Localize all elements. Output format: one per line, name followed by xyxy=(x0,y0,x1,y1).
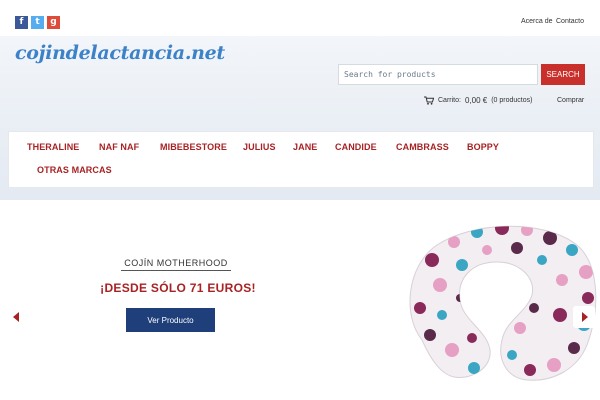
cart-icon xyxy=(424,96,434,105)
nav-item-theraline[interactable]: THERALINE xyxy=(27,142,79,152)
top-bar xyxy=(0,0,600,36)
slider-prev-arrow-icon[interactable] xyxy=(13,312,19,322)
cart-summary[interactable]: Carrito: 0,00 € (0 productos) xyxy=(424,96,532,105)
nav-item-otras-marcas[interactable]: OTRAS MARCAS xyxy=(37,165,112,175)
nav-item-candide[interactable]: CANDIDE xyxy=(335,142,377,152)
cart-count: (0 productos) xyxy=(491,97,533,104)
buy-link[interactable]: Comprar xyxy=(557,97,584,104)
cart-label: Carrito: xyxy=(438,97,461,104)
product-pillow-image xyxy=(409,225,597,381)
slide-subtitle: ¡DESDE SÓLO 71 EUROS! xyxy=(100,281,256,295)
google-plus-icon[interactable]: g xyxy=(47,16,60,29)
site-logo[interactable]: cojindelactancia.net xyxy=(15,42,225,64)
nav-item-boppy[interactable]: BOPPY xyxy=(467,142,499,152)
twitter-icon[interactable]: t xyxy=(31,16,44,29)
about-link[interactable]: Acerca de xyxy=(521,18,553,25)
nav-item-julius[interactable]: JULIUS xyxy=(243,142,276,152)
search-input[interactable] xyxy=(338,64,538,85)
view-product-button[interactable]: Ver Producto xyxy=(126,308,215,332)
search-button[interactable]: SEARCH xyxy=(541,64,585,85)
slide-title: COJÍN MOTHERHOOD xyxy=(121,258,231,271)
nav-item-jane[interactable]: JANE xyxy=(293,142,317,152)
nav-item-naf-naf[interactable]: NAF NAF xyxy=(99,142,139,152)
contact-link[interactable]: Contacto xyxy=(556,18,584,25)
cart-amount: 0,00 € xyxy=(464,96,488,105)
nav-item-cambrass[interactable]: CAMBRASS xyxy=(396,142,449,152)
nav-item-mibebestore[interactable]: MIBEBESTORE xyxy=(160,142,227,152)
facebook-icon[interactable]: f xyxy=(15,16,28,29)
slider-next-arrow-icon[interactable] xyxy=(582,312,588,322)
brand-navigation xyxy=(8,131,594,188)
